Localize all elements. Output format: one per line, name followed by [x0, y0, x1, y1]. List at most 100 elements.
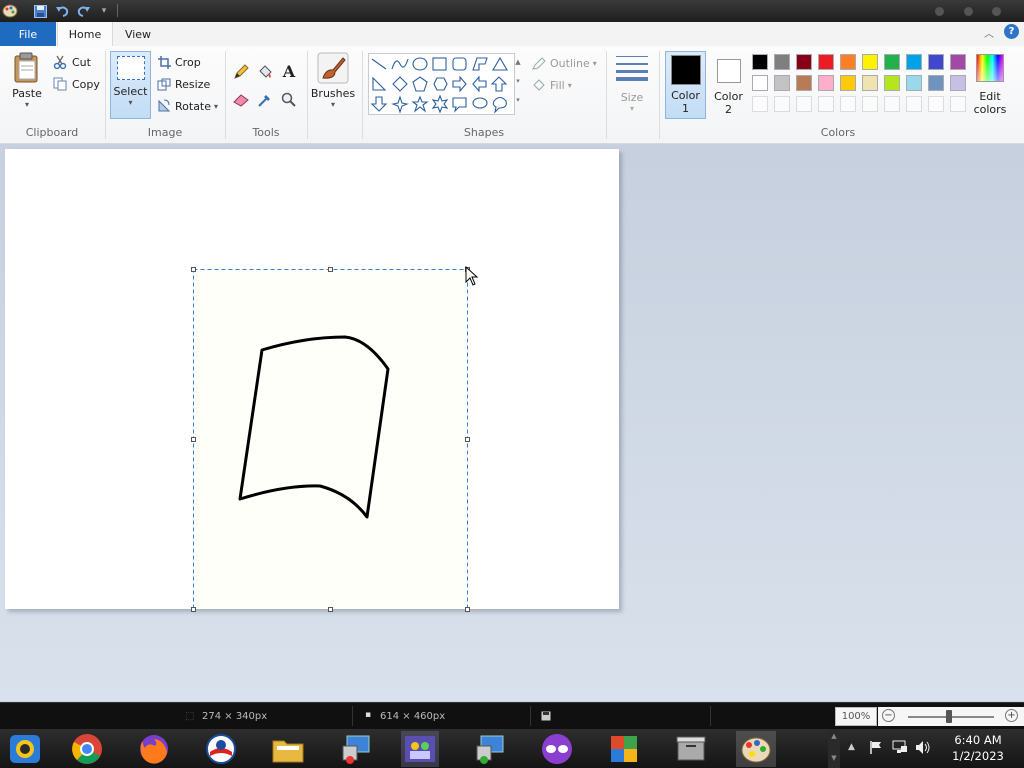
help-icon[interactable]: ? [1004, 24, 1019, 39]
taskbar-file-explorer-icon[interactable] [270, 731, 306, 767]
zoom-in-icon[interactable]: + [1005, 709, 1018, 722]
copy-button[interactable]: Copy [52, 76, 100, 92]
scroll-down-icon[interactable]: ▼ [828, 754, 840, 762]
selection-handle-top[interactable] [328, 267, 333, 272]
text-tool-icon[interactable]: A [281, 62, 297, 81]
minimize-button[interactable] [935, 7, 944, 16]
selection-handle-left[interactable] [191, 437, 196, 442]
palette-swatch[interactable] [774, 54, 790, 70]
pencil-icon[interactable] [233, 64, 249, 80]
color2-button[interactable]: Color 2 [708, 51, 749, 119]
selection-handle-bottom[interactable] [328, 607, 333, 612]
palette-swatch[interactable] [774, 75, 790, 91]
palette-swatch[interactable] [928, 75, 944, 91]
palette-swatch[interactable] [862, 75, 878, 91]
palette-swatch[interactable] [796, 75, 812, 91]
magnifier-icon[interactable] [281, 92, 297, 108]
select-button[interactable]: Select ▾ [110, 51, 151, 119]
taskbar-paint-icon[interactable] [736, 731, 776, 767]
undo-icon[interactable] [54, 3, 70, 19]
palette-swatch[interactable] [906, 75, 922, 91]
paste-button[interactable]: Paste ▾ [8, 52, 46, 118]
edit-colors-button[interactable]: Edit colors [972, 52, 1008, 122]
color-picker-icon[interactable] [257, 92, 273, 108]
save-icon[interactable] [32, 3, 48, 19]
fill-button[interactable]: Fill ▾ [531, 77, 572, 93]
cut-button[interactable]: Cut [52, 54, 91, 70]
custom-color-slot[interactable] [928, 96, 944, 112]
resize-button[interactable]: Resize [156, 76, 210, 92]
taskbar-office-app-icon[interactable] [606, 731, 642, 767]
taskbar-users-app-icon[interactable] [401, 731, 439, 767]
taskbar-archive-app-icon[interactable] [673, 731, 709, 767]
palette-swatch[interactable] [884, 54, 900, 70]
volume-icon[interactable] [915, 740, 931, 758]
brushes-dropdown-icon[interactable]: ▾ [310, 100, 356, 109]
zoom-out-icon[interactable]: − [882, 709, 895, 722]
custom-color-slot[interactable] [950, 96, 966, 112]
custom-color-slot[interactable] [818, 96, 834, 112]
palette-swatch[interactable] [950, 54, 966, 70]
palette-swatch[interactable] [818, 54, 834, 70]
brushes-button[interactable]: Brushes ▾ [310, 52, 356, 122]
redo-icon[interactable] [76, 3, 92, 19]
taskbar-camera-app-icon[interactable] [7, 731, 43, 767]
palette-swatch[interactable] [906, 54, 922, 70]
taskbar-firefox-icon[interactable] [136, 731, 172, 767]
palette-swatch[interactable] [840, 75, 856, 91]
custom-color-slot[interactable] [774, 96, 790, 112]
size-dropdown-icon[interactable]: ▾ [612, 104, 652, 113]
rotate-button[interactable]: Rotate ▾ [156, 98, 218, 114]
close-button[interactable] [992, 7, 1001, 16]
palette-swatch[interactable] [752, 75, 768, 91]
taskbar-campaign-logo-icon[interactable] [203, 731, 239, 767]
palette-swatch[interactable] [796, 54, 812, 70]
palette-swatch[interactable] [840, 54, 856, 70]
select-dropdown-icon[interactable]: ▾ [111, 98, 150, 107]
show-hidden-icons-icon[interactable]: ▲ [848, 742, 855, 752]
palette-swatch[interactable] [862, 54, 878, 70]
rotate-dropdown-icon[interactable]: ▾ [214, 102, 218, 111]
drawing-canvas[interactable] [5, 149, 619, 612]
minimize-ribbon-chevron-icon[interactable]: ︿ [984, 25, 994, 40]
tab-file[interactable]: File [0, 22, 56, 46]
selection-handle-bottom-right[interactable] [465, 607, 470, 612]
custom-color-slot[interactable] [752, 96, 768, 112]
custom-color-slot[interactable] [796, 96, 812, 112]
taskbar-scroll[interactable]: ▲ ▼ [828, 729, 840, 768]
zoom-slider-thumb[interactable] [946, 710, 952, 723]
outline-dropdown-icon[interactable]: ▾ [593, 59, 597, 68]
taskbar-chrome-icon[interactable] [69, 731, 105, 767]
paste-dropdown-icon[interactable]: ▾ [8, 100, 46, 109]
palette-swatch[interactable] [950, 75, 966, 91]
custom-color-slot[interactable] [906, 96, 922, 112]
color1-button[interactable]: Color 1 [665, 51, 706, 119]
selection-handle-top-left[interactable] [191, 267, 196, 272]
maximize-button[interactable] [964, 7, 973, 16]
tab-home[interactable]: Home [57, 22, 113, 47]
action-center-flag-icon[interactable] [869, 740, 883, 758]
size-button[interactable]: Size ▾ [612, 52, 652, 122]
tab-view[interactable]: View [114, 22, 162, 46]
selection-handle-right[interactable] [465, 437, 470, 442]
palette-swatch[interactable] [752, 54, 768, 70]
network-icon[interactable] [892, 740, 908, 758]
palette-swatch[interactable] [818, 75, 834, 91]
taskbar-remote-desktop-icon[interactable] [472, 731, 508, 767]
custom-color-slot[interactable] [840, 96, 856, 112]
taskbar-network-computer-icon[interactable] [338, 731, 374, 767]
custom-color-slot[interactable] [862, 96, 878, 112]
paint-app-icon[interactable] [2, 3, 18, 19]
selection-handle-bottom-left[interactable] [191, 607, 196, 612]
fill-dropdown-icon[interactable]: ▾ [568, 81, 572, 90]
shapes-scroll[interactable]: ▲ ▾ ▾ [513, 53, 523, 115]
custom-color-slot[interactable] [884, 96, 900, 112]
fill-bucket-icon[interactable] [257, 64, 273, 80]
crop-button[interactable]: Crop [156, 54, 201, 70]
eraser-icon[interactable] [233, 92, 249, 108]
palette-swatch[interactable] [884, 75, 900, 91]
outline-button[interactable]: Outline ▾ [531, 55, 597, 71]
scroll-up-icon[interactable]: ▲ [828, 732, 840, 740]
taskbar-clock[interactable]: 6:40 AM 1/2/2023 [940, 732, 1016, 764]
palette-swatch[interactable] [928, 54, 944, 70]
